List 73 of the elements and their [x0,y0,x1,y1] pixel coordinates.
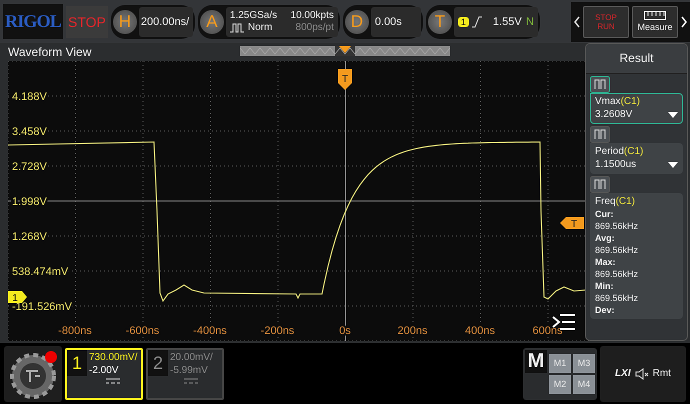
time-axis-label: -400ns [193,325,227,338]
delay-value[interactable]: 0.00s [370,6,421,37]
dc-coupling-icon [106,378,120,384]
chevron-right-icon[interactable] [681,16,687,28]
resolution: 800ps/pt [296,22,334,34]
measurement-name: Period [595,146,624,158]
lxi-logo: LXI [615,368,631,380]
rising-edge-icon [472,16,482,28]
time-axis-label: 600ns [532,325,562,338]
trigger-level-marker[interactable]: T [560,217,584,230]
measurement-source: (C1) [616,196,636,208]
chevron-left-icon[interactable] [574,16,580,28]
remote-status: Rmt [652,368,671,380]
memory-overview-bar[interactable] [240,46,450,56]
channel-number: 2 [148,350,168,376]
measure-button[interactable]: Measure [632,6,678,38]
stat-value: 869.56kHz [595,293,640,304]
channel-offset: -5.99mV [170,364,208,376]
dc-coupling-icon [184,378,198,384]
voltage-axis-label: 538.474mV [12,266,68,278]
stat-label: Cur: [595,209,614,220]
stat-value: 869.56kHz [595,269,640,280]
brand-logo: RIGOL [3,4,64,40]
ruler-icon [644,11,666,20]
result-title: Result [586,44,687,74]
stat-label: Avg: [595,233,616,244]
measure-type-icon [590,176,610,194]
measurement-name: Freq [595,196,616,208]
acquire-panel[interactable]: 1.25GSa/s 10.00kpts Norm 800ps/pt [226,6,338,37]
measurement-source: (C1) [624,146,644,158]
stat-label: Max: [595,257,617,268]
measure-type-icon [590,126,610,144]
speaker-muted-icon[interactable] [634,368,649,380]
waveform-view-title: Waveform View [8,45,92,60]
time-axis-label: 200ns [398,325,428,338]
math-key-button[interactable]: M [525,350,547,373]
stat-value: 869.56kHz [595,245,640,256]
time-axis-label: -800ns [58,325,92,338]
voltage-axis-label: 2.728V [12,161,47,174]
stat-label: Dev: [595,305,616,316]
sample-rate: 1.25GSa/s [230,10,278,22]
timebase-value[interactable]: 200.00ns/ [138,6,193,37]
measurement-value: 1.1500us [595,159,636,170]
measurement-card[interactable]: Period(C1) 1.1500us [590,143,683,174]
time-axis-label: 400ns [465,325,495,338]
stat-label: Min: [595,281,614,292]
time-axis-label: -600ns [126,325,160,338]
channel-number: 1 [67,350,87,376]
gear-logo-icon[interactable] [8,348,58,399]
trigger-sweep-mode: N [526,16,534,28]
measure-type-icon [590,76,610,94]
pulse-icon [230,22,244,33]
measurement-source: (C1) [620,96,640,108]
measurement-card[interactable]: Vmax(C1) 3.2608V [590,93,683,124]
channel-scale: 730.00mV/ [89,352,138,363]
trigger-source-badge: 1 [458,16,469,27]
trigger-level: 1.55V [492,16,522,28]
memory-depth: 10.00kpts [290,10,334,22]
voltage-axis-label: 4.188V [12,91,47,104]
channel-offset: -2.00V [89,364,118,376]
acquire-mode: Norm [248,22,272,34]
trigger-position-marker[interactable]: T [338,69,352,90]
stat-value: 869.56kHz [595,221,640,232]
measurement-value: 3.2608V [595,109,632,120]
measurement-card[interactable]: Freq(C1) Cur: 869.56kHz Avg: 869.56kHz Max: 869.56kHz Min: 869.56kHz Dev: [590,193,683,320]
voltage-axis-label: 3.458V [12,126,47,138]
dropdown-caret-icon[interactable] [668,162,678,168]
trigger-panel[interactable]: 1 1.55V N [454,6,538,37]
measurement-name: Vmax [595,96,621,108]
time-axis-label: -200ns [260,325,294,338]
dropdown-caret-icon[interactable] [668,112,678,118]
channel-scale: 20.00mV/ [170,352,213,363]
voltage-axis-label: 1.268V [12,231,47,244]
